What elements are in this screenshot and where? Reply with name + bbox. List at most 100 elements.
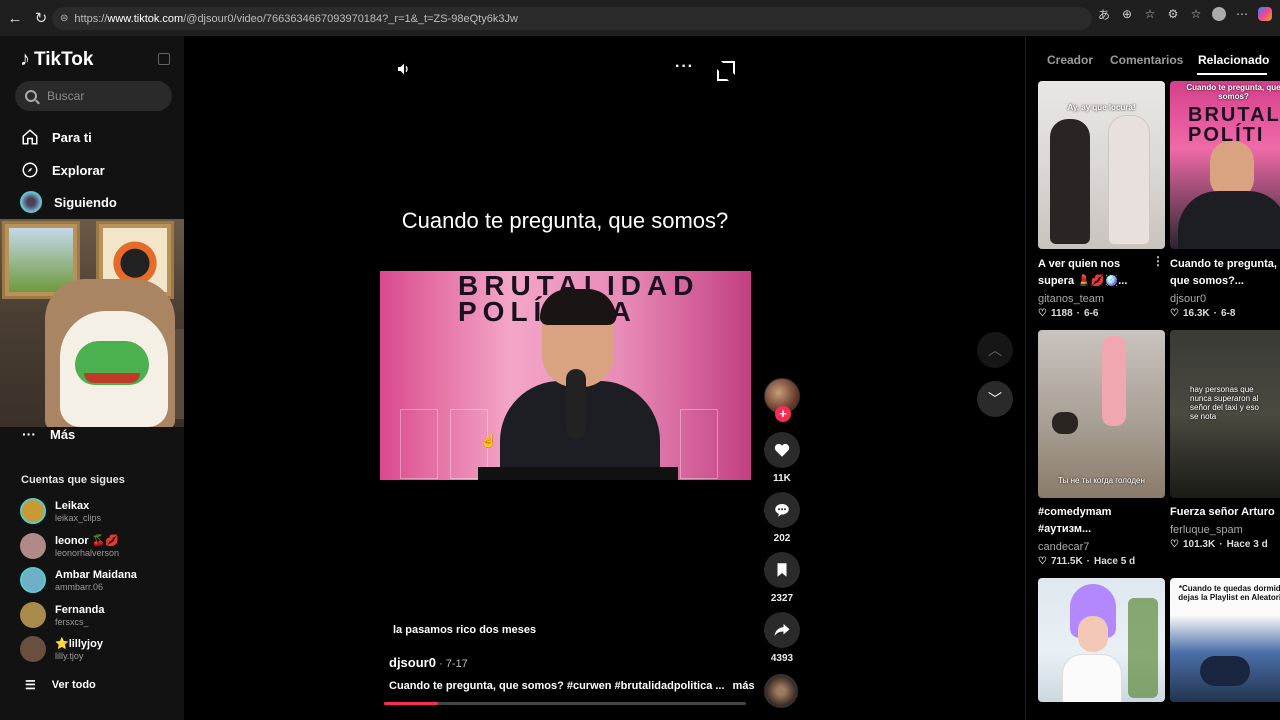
- related-video-meta: ♡ 1188 · 6-6: [1038, 308, 1099, 319]
- nav-explore[interactable]: Explorar: [20, 160, 105, 180]
- favorites-icon[interactable]: ☆: [1189, 7, 1203, 21]
- next-video-button[interactable]: ﹀: [977, 381, 1013, 417]
- active-tab-indicator: [1197, 73, 1267, 75]
- nav-label: Para ti: [52, 129, 92, 145]
- more-link[interactable]: más: [733, 680, 755, 692]
- related-video-meta: ♡ 16.3K · 6-8: [1170, 308, 1236, 319]
- address-bar[interactable]: ⊜ https://www.tiktok.com/@djsour0/video/…: [52, 7, 1092, 30]
- account-handle: ammbarr.06: [55, 581, 104, 592]
- thumbnail-text: Cuando te pregunta, que somos?: [1186, 83, 1280, 101]
- card-menu-icon[interactable]: ⋮: [1152, 254, 1164, 268]
- related-video-user[interactable]: candecar7: [1038, 541, 1089, 553]
- home-icon: [20, 127, 40, 147]
- mouse-cursor-icon: ☝: [480, 432, 498, 448]
- related-video-title[interactable]: Cuando te pregunta, que somos?...: [1170, 256, 1280, 290]
- more-options-icon[interactable]: ···: [675, 58, 694, 76]
- author-name[interactable]: djsour0: [389, 655, 436, 670]
- frog-mouth: [84, 373, 140, 383]
- related-video-title[interactable]: A ver quien nos supera 💄💋🪩...: [1038, 256, 1158, 290]
- related-video-title[interactable]: #comedymam #аутизм...: [1038, 504, 1158, 538]
- followed-account[interactable]: ⭐lillyjoy lilly.tjoy: [20, 636, 103, 662]
- tiktok-note-icon: ♪: [20, 48, 30, 70]
- following-avatar-icon: [20, 191, 42, 213]
- previous-video-button[interactable]: ︿: [977, 332, 1013, 368]
- search-box[interactable]: [15, 81, 172, 111]
- tiktok-logo[interactable]: ♪ TikTok: [20, 48, 93, 71]
- account-name: ⭐lillyjoy: [55, 638, 103, 650]
- description: Cuando te pregunta, que somos? #curwen #…: [389, 680, 755, 692]
- search-icon: [25, 90, 37, 102]
- account-avatar: [20, 533, 46, 559]
- comment-icon: [775, 504, 789, 517]
- fullscreen-icon[interactable]: [717, 61, 735, 81]
- extensions-icon[interactable]: ⚙: [1166, 7, 1180, 21]
- tab-creator[interactable]: Creador: [1047, 53, 1093, 67]
- account-name: Ambar Maidana: [55, 568, 137, 581]
- comment-button[interactable]: [764, 492, 800, 528]
- favorite-star-icon[interactable]: ☆: [1143, 7, 1157, 21]
- related-video-thumbnail[interactable]: hay personas que nunca superaron al seño…: [1170, 330, 1280, 498]
- tab-related[interactable]: Relacionado: [1198, 53, 1269, 67]
- account-avatar: [20, 498, 46, 524]
- save-button[interactable]: [764, 552, 800, 588]
- video-frame[interactable]: BRUTALIDAD POLÍTICA: [380, 271, 751, 480]
- heart-icon: ♡: [1038, 556, 1047, 567]
- related-video-thumbnail[interactable]: [1038, 578, 1165, 702]
- profile-icon[interactable]: [1212, 7, 1226, 21]
- related-video-title[interactable]: Fuerza señor Arturo: [1170, 504, 1280, 521]
- progress-bar[interactable]: [384, 702, 746, 705]
- description-text: Cuando te pregunta, que somos? #curwen #…: [389, 680, 725, 692]
- reload-icon[interactable]: ↻: [30, 7, 52, 29]
- search-input[interactable]: [47, 89, 157, 103]
- action-bar: + 11K 202 2327 4393: [761, 378, 803, 672]
- account-handle: lilly.tjoy: [55, 651, 84, 661]
- followed-account[interactable]: leonor 🍒💋 leonorhalverson: [20, 533, 119, 559]
- nav-label: Explorar: [52, 162, 105, 178]
- music-disc-icon[interactable]: [764, 674, 798, 708]
- back-icon[interactable]: ←: [4, 7, 26, 29]
- see-all-button[interactable]: ☰ Ver todo: [25, 678, 96, 692]
- thumbnail-text: Ay, ay que locura!: [1067, 103, 1136, 112]
- related-video-user[interactable]: ferluque_spam: [1170, 524, 1243, 536]
- related-video-thumbnail[interactable]: Ay, ay que locura!: [1038, 81, 1165, 249]
- following-accounts-heading: Cuentas que sigues: [21, 474, 125, 486]
- site-info-icon[interactable]: ⊜: [60, 13, 68, 24]
- related-video-user[interactable]: gitanos_team: [1038, 293, 1104, 305]
- collapse-sidebar-icon[interactable]: [158, 53, 170, 65]
- related-video-user[interactable]: djsour0: [1170, 293, 1206, 305]
- nav-following[interactable]: Siguiendo: [20, 191, 117, 213]
- compass-icon: [20, 160, 40, 180]
- translate-icon[interactable]: あ: [1097, 7, 1111, 22]
- follow-plus-icon[interactable]: +: [775, 406, 791, 422]
- related-video-thumbnail[interactable]: Ты не ты когда голоден: [1038, 330, 1165, 498]
- volume-icon[interactable]: [396, 61, 412, 82]
- save-count: 2327: [770, 593, 794, 604]
- account-name: Fernanda: [55, 603, 105, 616]
- author-avatar[interactable]: +: [764, 378, 800, 422]
- nav-more[interactable]: ··· Más: [22, 426, 75, 442]
- heart-icon: ♡: [1038, 308, 1047, 319]
- like-button[interactable]: [764, 432, 800, 468]
- followed-account[interactable]: Fernanda fersxcs_: [20, 602, 105, 628]
- copilot-icon[interactable]: [1258, 7, 1272, 21]
- chevron-down-icon: ﹀: [988, 391, 1002, 407]
- related-video-meta: ♡ 101.3K · Hace 3 d: [1170, 539, 1268, 550]
- bookmark-icon: [777, 563, 787, 577]
- tab-comments[interactable]: Comentarios: [1110, 53, 1183, 67]
- followed-account[interactable]: Ambar Maidana ammbarr.06: [20, 567, 137, 593]
- browser-toolbar: ← ↻ ⊜ https://www.tiktok.com/@djsour0/vi…: [0, 0, 1280, 36]
- heart-icon: ♡: [1170, 308, 1179, 319]
- video-area[interactable]: ··· Cuando te pregunta, que somos? BRUTA…: [184, 36, 1025, 720]
- like-count: 11K: [773, 473, 791, 484]
- account-handle: leonorhalverson: [55, 548, 120, 558]
- related-video-thumbnail[interactable]: Cuando te pregunta, que somos? BRUTALIDA…: [1170, 81, 1280, 249]
- nav-for-you[interactable]: Para ti: [20, 127, 92, 147]
- share-button[interactable]: [764, 612, 800, 648]
- menu-dots-icon[interactable]: ⋯: [1235, 7, 1249, 21]
- account-avatar: [20, 567, 46, 593]
- related-video-thumbnail[interactable]: *Cuando te quedas dormid Y dejas la Play…: [1170, 578, 1280, 702]
- zoom-icon[interactable]: ⊕: [1120, 7, 1134, 21]
- followed-account[interactable]: Leikax leikax_clips: [20, 498, 101, 524]
- url-text: https://www.tiktok.com/@djsour0/video/76…: [74, 12, 518, 25]
- account-name: leonor 🍒💋: [55, 535, 120, 547]
